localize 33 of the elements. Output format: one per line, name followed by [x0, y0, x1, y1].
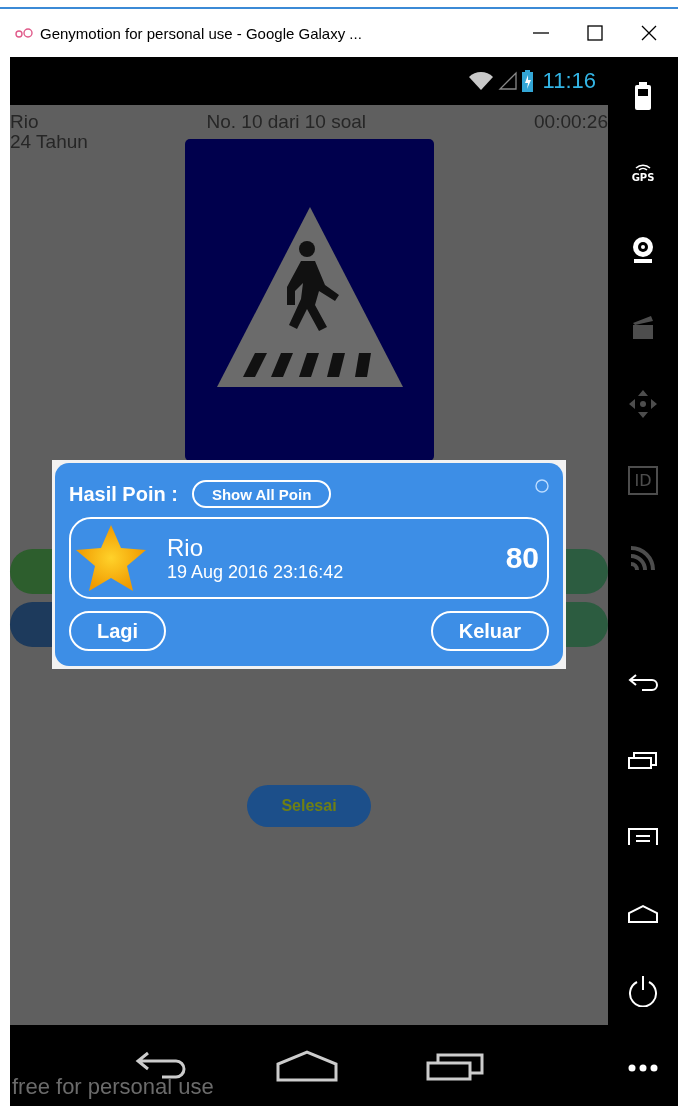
window-title: Genymotion for personal use - Google Galaxy ... [40, 24, 363, 42]
maximize-icon[interactable] [586, 24, 604, 42]
finish-button[interactable]: Selesai [247, 785, 371, 827]
power-icon[interactable] [628, 974, 658, 1007]
menu-icon[interactable] [628, 826, 658, 847]
player-name: Rio [10, 111, 39, 133]
timer: 00:00:26 [534, 111, 608, 133]
battery-charging-icon [521, 70, 533, 92]
signal-icon [497, 71, 518, 91]
battery-icon[interactable] [635, 81, 651, 110]
score-value: 80 [505, 541, 539, 575]
question-counter: No. 10 dari 10 soal [206, 111, 366, 133]
dialog-button[interactable]: Lagi [69, 611, 167, 651]
gps-button[interactable]: GPS [631, 162, 655, 183]
overlay-text: free for personal use [12, 1074, 214, 1100]
player-age: 24 Tahun [10, 131, 88, 152]
home-icon[interactable] [276, 1049, 338, 1082]
entry-name: Rio [167, 533, 204, 562]
signal-waves-icon [635, 162, 651, 172]
app-logo-icon [14, 28, 34, 38]
more-icon[interactable] [628, 1063, 658, 1072]
ring-icon [535, 479, 549, 493]
clock-time: 11:16 [542, 68, 596, 94]
entry-date: 19 Aug 2016 23:16:42 [167, 561, 345, 583]
recent-apps-icon[interactable] [628, 749, 658, 770]
close-icon[interactable] [640, 24, 658, 42]
show-all-button[interactable]: Show All Poin [191, 480, 332, 508]
star-icon [75, 525, 147, 591]
wifi-icon [467, 71, 494, 91]
webcam-icon[interactable] [632, 236, 654, 263]
dialog-title: Hasil Poin : [69, 482, 178, 506]
back-icon[interactable] [628, 672, 658, 693]
dialog-button[interactable]: Keluar [430, 611, 549, 651]
